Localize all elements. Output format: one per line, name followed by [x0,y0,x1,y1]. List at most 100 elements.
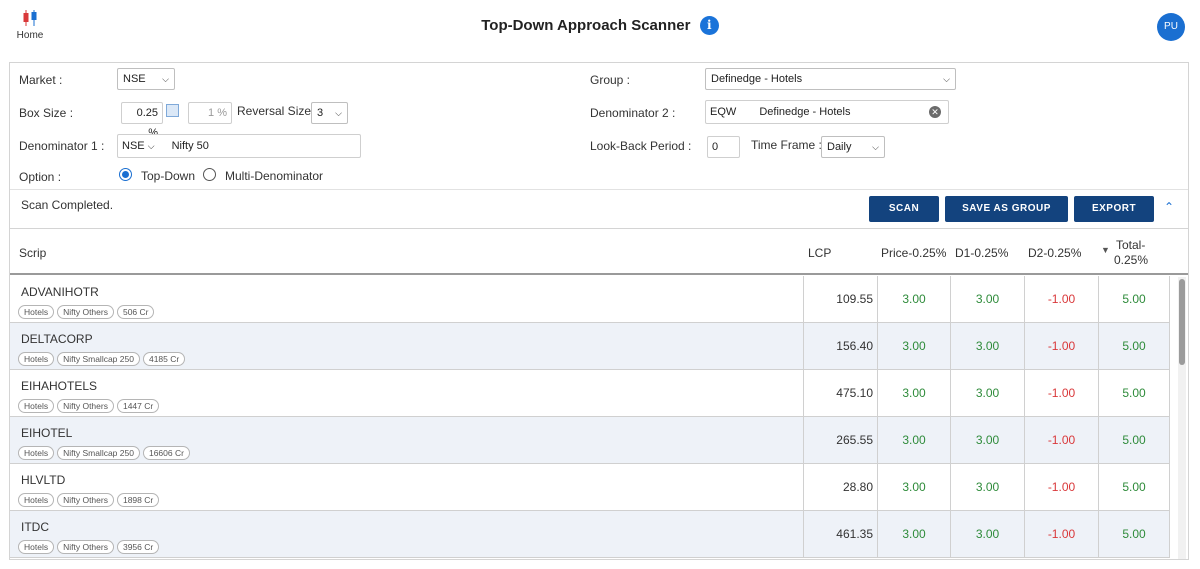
timeframe-value: Daily [827,141,852,153]
table-row[interactable]: HLVLTD Hotels Nifty Others 1898 Cr 28.80 3.00… [10,464,1170,511]
denominator-2-label: Denominator 2 : [590,106,676,120]
save-as-group-button[interactable]: SAVE AS GROUP [945,196,1068,222]
title-wrap: Top-Down Approach Scanner i [0,16,1200,35]
total-cell: 5.00 [1098,276,1170,322]
group-select[interactable]: Definedge - Hotels ⌵ [705,68,956,90]
tag-badge: Hotels [18,446,55,460]
col-d2[interactable]: D2-0.25% [1028,246,1081,260]
tag-badge: Nifty Others [57,540,114,554]
avatar[interactable]: PU [1157,13,1185,41]
denominator-1-value: Nifty 50 [171,140,209,152]
table-row[interactable]: EIHAHOTELS Hotels Nifty Others 1447 Cr 475.1… [10,370,1170,417]
table-row[interactable]: ITDC Hotels Nifty Others 3956 Cr 461.35 3.00 3… [10,511,1170,558]
tag-badge: Nifty Others [57,399,114,413]
tag-badge: Hotels [18,352,55,366]
table-row[interactable]: ADVANIHOTR Hotels Nifty Others 506 Cr 109.55… [10,276,1170,323]
option-label: Option : [19,170,62,184]
export-button[interactable]: EXPORT [1074,196,1154,222]
d1-cell: 3.00 [950,276,1024,322]
price-cell: 3.00 [877,511,950,557]
table-header: Scrip LCP Price-0.25% D1-0.25% D2-0.25% … [10,229,1188,275]
total-cell: 5.00 [1098,370,1170,416]
denominator-2-field[interactable]: EQW Definedge - Hotels [705,100,949,124]
option-multi-radio[interactable] [203,168,216,181]
d2-cell: -1.00 [1024,417,1098,463]
scrollbar-thumb[interactable] [1179,279,1185,365]
tag-badge: 506 Cr [116,305,155,319]
option-multi-label[interactable]: Multi-Denominator [225,169,323,183]
vertical-scrollbar[interactable] [1178,277,1186,559]
chevron-up-icon[interactable]: ⌃ [1161,199,1177,215]
chevron-down-icon: ⌵ [872,142,879,152]
scrip-tags: Hotels Nifty Others 506 Cr [18,304,157,319]
d1-cell: 3.00 [950,323,1024,369]
tag-badge: Hotels [18,493,55,507]
tag-badge: Hotels [18,540,55,554]
total-cell: 5.00 [1098,511,1170,557]
denominator-1-field[interactable]: NSE ⌵ Nifty 50 [117,134,361,158]
scrip-name[interactable]: DELTACORP [21,332,93,346]
scrip-name[interactable]: ITDC [21,520,49,534]
lookback-input[interactable]: 0 [707,136,740,158]
info-icon[interactable]: i [699,16,719,35]
denominator-1-exchange[interactable]: NSE [122,140,145,152]
col-price[interactable]: Price-0.25% [881,246,946,260]
lcp-cell: 265.55 [803,417,877,463]
denominator-1-label: Denominator 1 : [19,139,105,153]
box-size-checkbox[interactable] [166,104,179,117]
lcp-cell: 461.35 [803,511,877,557]
lcp-cell: 475.10 [803,370,877,416]
table-row[interactable]: EIHOTEL Hotels Nifty Smallcap 250 16606 Cr 2… [10,417,1170,464]
denominator-2-value: Definedge - Hotels [759,106,851,118]
total-cell: 5.00 [1098,464,1170,510]
scrip-name[interactable]: EIHAHOTELS [21,379,97,393]
page-title: Top-Down Approach Scanner [481,17,691,34]
col-total-line1[interactable]: Total- [1116,238,1145,252]
d2-cell: -1.00 [1024,464,1098,510]
scrip-tags: Hotels Nifty Smallcap 250 16606 Cr [18,445,193,460]
scanner-panel: Market : NSE ⌵ Box Size : 0.25 % 1 % Rev… [9,62,1189,560]
scrip-name[interactable]: EIHOTEL [21,426,72,440]
tag-badge: 3956 Cr [116,540,160,554]
group-value: Definedge - Hotels [711,73,803,85]
lcp-cell: 156.40 [803,323,877,369]
sort-desc-icon[interactable]: ▼ [1101,245,1110,255]
tag-badge: 4185 Cr [142,352,186,366]
scrip-name[interactable]: HLVLTD [21,473,65,487]
price-cell: 3.00 [877,464,950,510]
box-size-input[interactable]: 0.25 % [121,102,163,139]
clear-icon[interactable]: ✕ [929,106,941,118]
col-lcp[interactable]: LCP [808,246,831,260]
chevron-down-icon: ⌵ [335,108,342,118]
total-cell: 5.00 [1098,417,1170,463]
scrip-tags: Hotels Nifty Others 3956 Cr [18,539,162,554]
d1-cell: 3.00 [950,464,1024,510]
app-header: Home Top-Down Approach Scanner i PU [0,0,1200,56]
market-select[interactable]: NSE ⌵ [117,68,175,90]
col-d1[interactable]: D1-0.25% [955,246,1008,260]
tag-badge: Nifty Others [57,493,114,507]
group-label: Group : [590,73,631,87]
price-cell: 3.00 [877,370,950,416]
scan-button[interactable]: SCAN [869,196,939,222]
lcp-cell: 109.55 [803,276,877,322]
timeframe-select[interactable]: Daily ⌵ [821,136,885,158]
d1-cell: 3.00 [950,511,1024,557]
d2-cell: -1.00 [1024,370,1098,416]
total-cell: 5.00 [1098,323,1170,369]
scrip-name[interactable]: ADVANIHOTR [21,285,99,299]
col-scrip[interactable]: Scrip [19,246,46,260]
col-total-line2[interactable]: 0.25% [1114,253,1148,267]
status-row: Scan Completed. SCAN SAVE AS GROUP EXPOR… [10,189,1188,229]
market-value: NSE [123,73,146,85]
option-topdown-label[interactable]: Top-Down [141,169,195,183]
option-topdown-radio[interactable] [119,168,132,181]
reversal-select[interactable]: 3 ⌵ [311,102,348,124]
box-size-2-input[interactable]: 1 % [188,102,232,124]
reversal-label: Reversal Size : [237,104,318,118]
d1-cell: 3.00 [950,370,1024,416]
lcp-cell: 28.80 [803,464,877,510]
tag-badge: Nifty Smallcap 250 [57,352,140,366]
table-row[interactable]: DELTACORP Hotels Nifty Smallcap 250 4185 Cr… [10,323,1170,370]
tag-badge: 16606 Cr [142,446,190,460]
